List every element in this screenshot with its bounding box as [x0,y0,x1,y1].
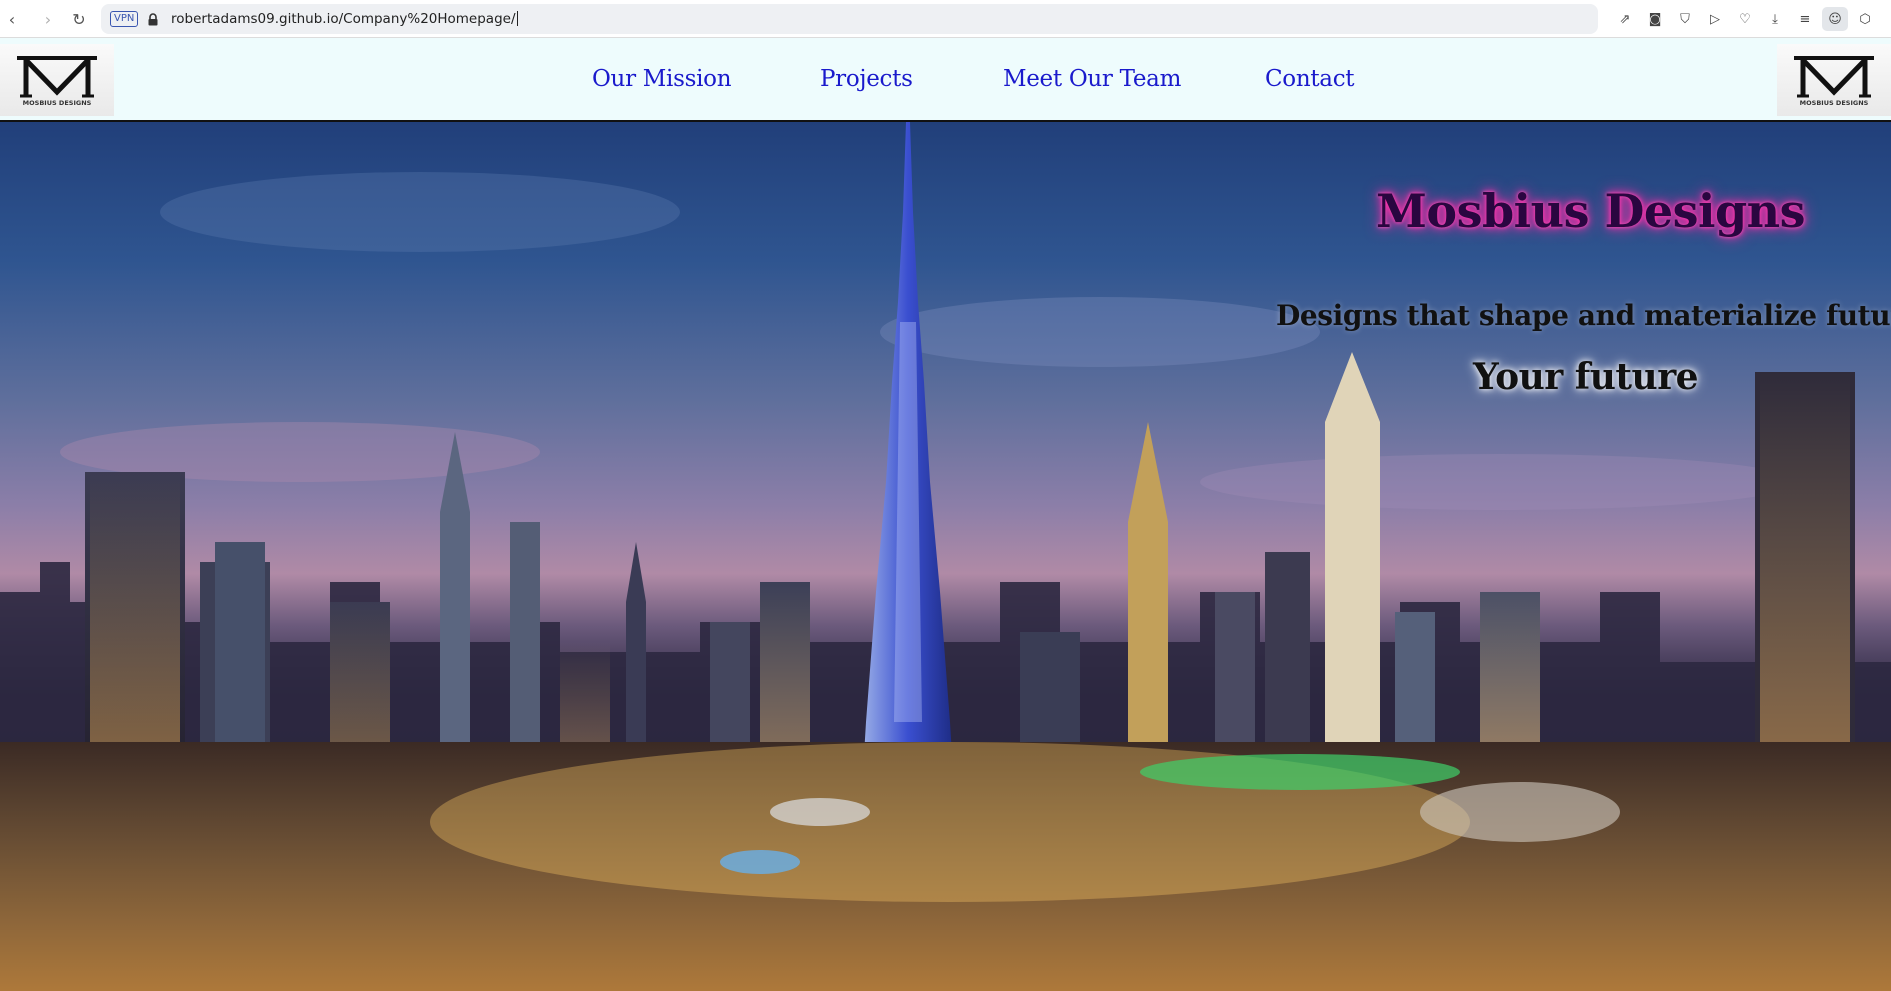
mosbius-logo-icon: MOSBIUS DESIGNS [1794,56,1874,107]
menu-icon[interactable]: ≡ [1790,7,1820,31]
browser-toolbar: ‹ › ↻ VPN robertadams09.github.io/Compan… [0,0,1891,38]
play-icon[interactable]: ▷ [1700,7,1730,31]
nav-our-mission[interactable]: Our Mission [592,66,732,92]
download-icon[interactable]: ⤓ [1760,7,1790,31]
nav-contact[interactable]: Contact [1265,66,1355,92]
logo-right[interactable]: MOSBIUS DESIGNS [1777,44,1891,116]
shield-icon[interactable]: ⛉ [1670,7,1700,31]
hero-tagline: Designs that shape and materialize futur… [1276,299,1891,332]
logo-text: MOSBIUS DESIGNS [1800,99,1869,107]
main-nav: Our Mission Projects Meet Our Team Conta… [0,38,1891,122]
hero-subtitle: Your future [1473,356,1699,398]
reload-icon[interactable]: ↻ [67,7,91,31]
cube-icon[interactable]: ⬡ [1850,7,1880,31]
address-bar[interactable]: VPN robertadams09.github.io/Company%20Ho… [101,4,1598,34]
hero-title: Mosbius Designs [1376,184,1806,238]
lock-icon[interactable] [147,13,159,26]
profile-icon[interactable]: ☺ [1822,7,1848,31]
url-text[interactable]: robertadams09.github.io/Company%20Homepa… [171,11,518,27]
back-arrow-icon[interactable]: ‹ [0,7,24,31]
vpn-badge[interactable]: VPN [110,11,139,27]
nav-meet-our-team[interactable]: Meet Our Team [1003,66,1181,92]
site-header: MOSBIUS DESIGNS Our Mission Projects Mee… [0,38,1891,122]
city-skyline-image [0,122,1891,991]
forward-arrow-icon[interactable]: › [36,7,60,31]
hero-section: Mosbius Designs Designs that shape and m… [0,122,1891,991]
browser-extension-icons: ⇗ ◙ ⛉ ▷ ♡ ⤓ ≡ ☺ ⬡ [1610,7,1880,31]
camera-icon[interactable]: ◙ [1640,7,1670,31]
nav-projects[interactable]: Projects [820,66,913,92]
share-icon[interactable]: ⇗ [1610,7,1640,31]
heart-icon[interactable]: ♡ [1730,7,1760,31]
